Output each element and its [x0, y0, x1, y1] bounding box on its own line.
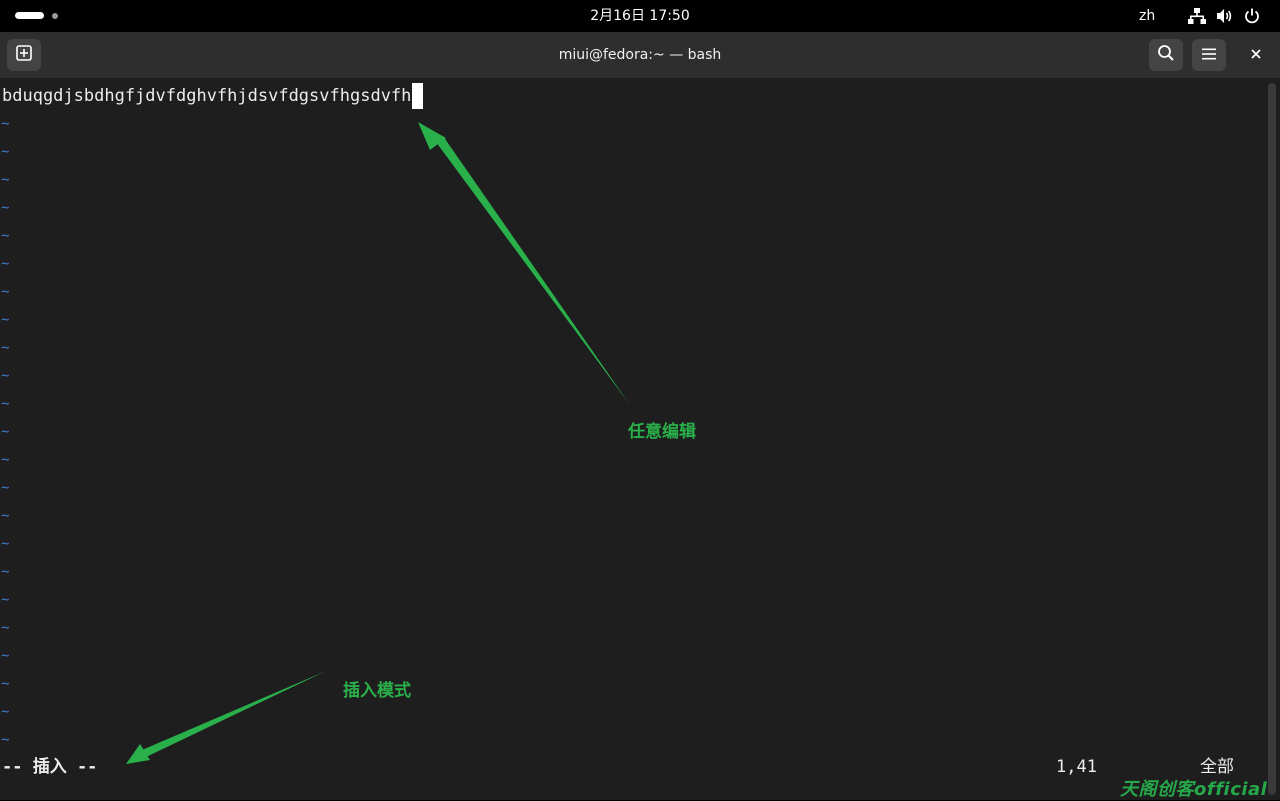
close-icon	[1250, 46, 1262, 64]
tilde-marker: ~	[1, 312, 10, 328]
tilde-marker: ~	[1, 368, 10, 384]
tilde-marker: ~	[1, 424, 10, 440]
workspace-dot[interactable]	[52, 12, 58, 19]
tilde-marker: ~	[1, 340, 10, 356]
tilde-marker: ~	[1, 200, 10, 216]
tilde-marker: ~	[1, 592, 10, 608]
volume-icon[interactable]	[1216, 8, 1234, 24]
system-tray[interactable]	[1188, 8, 1260, 24]
tilde-marker: ~	[1, 116, 10, 132]
power-icon[interactable]	[1244, 8, 1260, 24]
editor-line[interactable]: bduqgdjsbdhgfjdvfdghvfhjdsvfdgsvfhgsdvfh	[2, 83, 424, 109]
close-button[interactable]	[1242, 41, 1270, 69]
vim-mode-indicator: -- 插入 --	[2, 757, 98, 777]
tilde-marker: ~	[1, 536, 10, 552]
window-title: miui@fedora:~ — bash	[558, 47, 722, 63]
empty-line-markers: ~ ~ ~ ~ ~ ~ ~ ~ ~ ~ ~ ~ ~ ~ ~ ~ ~ ~ ~ ~ ~ ~ ~	[1, 110, 9, 754]
network-icon[interactable]	[1188, 8, 1206, 24]
clock[interactable]: 2月16日 17:50	[590, 8, 690, 24]
text-cursor	[412, 83, 424, 109]
watermark: 天阁创客official	[1120, 779, 1268, 800]
new-tab-button[interactable]	[7, 39, 41, 71]
tilde-marker: ~	[1, 396, 10, 412]
tilde-marker: ~	[1, 732, 10, 748]
tilde-marker: ~	[1, 144, 10, 160]
tilde-marker: ~	[1, 452, 10, 468]
tilde-marker: ~	[1, 480, 10, 496]
main-menu-button[interactable]	[1192, 39, 1226, 71]
tilde-marker: ~	[1, 564, 10, 580]
annotation-edit-label: 任意编辑	[628, 422, 696, 442]
input-method-indicator[interactable]: zh	[1139, 0, 1155, 32]
tilde-marker: ~	[1, 172, 10, 188]
activities-indicator[interactable]	[15, 12, 58, 19]
tilde-marker: ~	[1, 508, 10, 524]
scrollbar[interactable]	[1268, 83, 1276, 795]
tilde-marker: ~	[1, 620, 10, 636]
search-button[interactable]	[1149, 39, 1183, 71]
cursor-position: 1,41	[1056, 757, 1097, 777]
system-top-bar: 2月16日 17:50 zh	[0, 0, 1280, 32]
tilde-marker: ~	[1, 256, 10, 272]
tilde-marker: ~	[1, 284, 10, 300]
annotation-insert-label: 插入模式	[343, 681, 411, 701]
hamburger-menu-icon	[1201, 46, 1217, 65]
terminal-header-bar: miui@fedora:~ — bash	[0, 32, 1280, 79]
new-tab-icon	[15, 44, 33, 66]
workspace-active-pill[interactable]	[15, 12, 44, 19]
editor-line-text: bduqgdjsbdhgfjdvfdghvfhjdsvfdgsvfhgsdvfh	[2, 86, 412, 106]
search-icon	[1157, 44, 1175, 66]
tilde-marker: ~	[1, 648, 10, 664]
tilde-marker: ~	[1, 228, 10, 244]
tilde-marker: ~	[1, 704, 10, 720]
tilde-marker: ~	[1, 676, 10, 692]
